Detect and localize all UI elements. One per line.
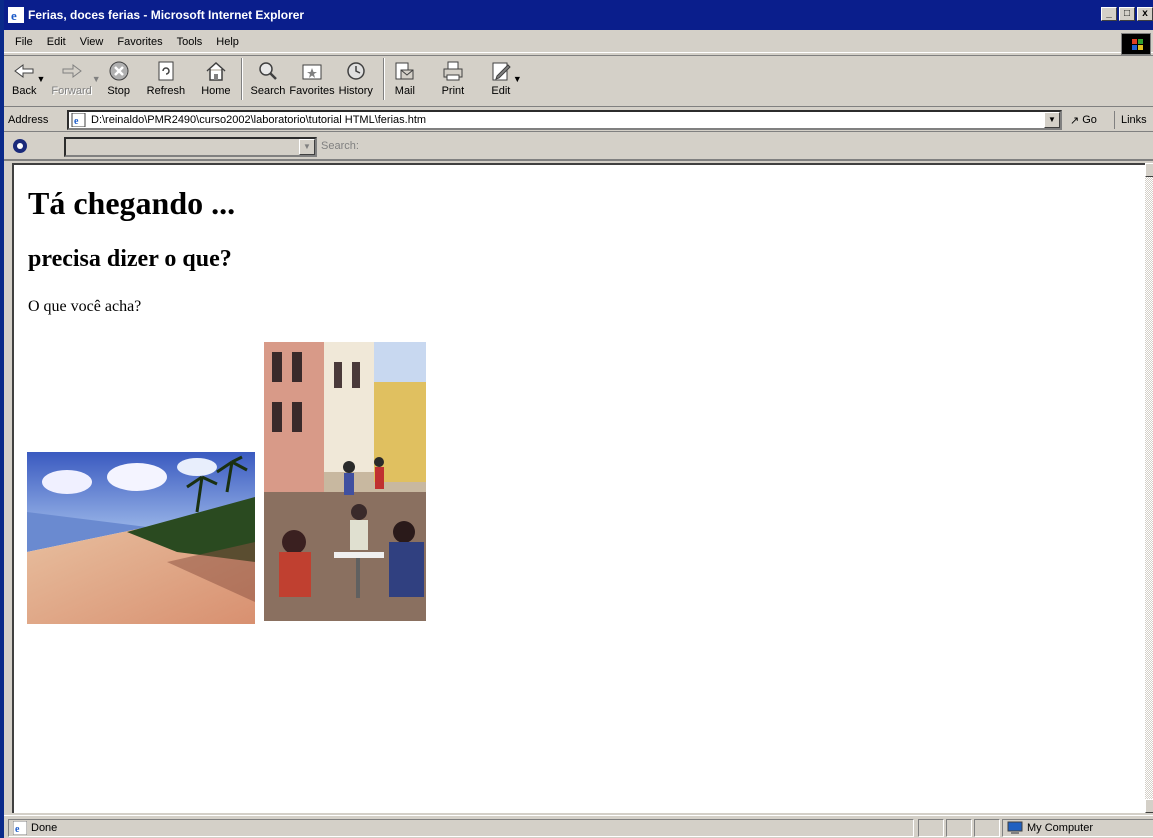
home-label: Home: [201, 85, 231, 97]
favorites-button[interactable]: Favorites: [289, 56, 335, 104]
mail-label: Mail: [394, 85, 415, 97]
print-button[interactable]: Print: [441, 56, 465, 104]
history-label: History: [338, 85, 373, 97]
status-bar: e Done My Computer: [4, 815, 1153, 838]
status-cell: [918, 819, 944, 837]
history-button[interactable]: History: [339, 56, 373, 104]
minimize-button[interactable]: _: [1101, 7, 1117, 21]
edit-button[interactable]: Edit: [489, 56, 513, 104]
menu-file[interactable]: File: [8, 36, 40, 48]
close-button[interactable]: x: [1137, 7, 1153, 21]
search-field-label: Search:: [321, 140, 359, 152]
status-main: e Done: [8, 819, 914, 837]
page-paragraph: O que você acha?: [28, 298, 142, 315]
window-title: Ferias, doces ferias - Microsoft Interne…: [28, 8, 305, 22]
status-zone: My Computer: [1002, 819, 1153, 837]
mail-icon: [395, 62, 414, 80]
page-heading: Tá chegando ...: [28, 185, 236, 221]
page-subheading: precisa dizer o que?: [28, 246, 232, 272]
refresh-button[interactable]: Refresh: [146, 56, 186, 104]
stop-label: Stop: [107, 85, 130, 97]
print-label: Print: [441, 85, 465, 97]
menu-help[interactable]: Help: [209, 36, 246, 48]
forward-icon: [62, 64, 82, 78]
page-icon: e: [71, 113, 86, 127]
edit-dropdown-icon[interactable]: ▼: [513, 74, 522, 84]
mail-button[interactable]: Mail: [393, 56, 417, 104]
refresh-icon: [158, 61, 174, 81]
address-dropdown-icon[interactable]: ▼: [1044, 112, 1060, 128]
address-label: Address: [8, 113, 49, 126]
vertical-scrollbar[interactable]: [1145, 163, 1153, 813]
search-engine-select[interactable]: ▼: [64, 137, 317, 157]
address-input[interactable]: e D:\reinaldo\PMR2490\curso2002\laborato…: [67, 110, 1062, 130]
go-icon: ↗: [1070, 114, 1080, 127]
forward-dropdown-icon[interactable]: ▼: [92, 74, 101, 84]
status-text: Done: [31, 822, 58, 834]
menu-tools[interactable]: Tools: [170, 36, 210, 48]
edit-icon: [492, 62, 511, 81]
menu-edit[interactable]: Edit: [40, 36, 73, 48]
links-button[interactable]: Links: [1114, 111, 1147, 129]
page-content: Tá chegando ... precisa dizer o que? O q…: [12, 163, 1145, 813]
zone-text: My Computer: [1027, 822, 1094, 834]
search-icon: [259, 62, 277, 80]
search-engine-icon[interactable]: [12, 138, 28, 154]
back-dropdown-icon[interactable]: ▼: [36, 74, 45, 84]
favorites-label: Favorites: [289, 85, 335, 97]
toolbar-separator: [382, 58, 385, 100]
scroll-up-icon[interactable]: [1145, 163, 1153, 177]
favorites-icon: [302, 64, 322, 80]
street-cafe-image: [264, 342, 426, 621]
status-cell: [946, 819, 972, 837]
forward-button[interactable]: Forward: [51, 56, 92, 104]
search-bar: ▼ Search:: [4, 133, 1153, 161]
search-dropdown-icon[interactable]: ▼: [299, 139, 315, 155]
go-label: Go: [1082, 114, 1097, 126]
status-cell: [974, 819, 1000, 837]
windows-logo-icon: [1121, 33, 1151, 55]
toolbar-separator: [240, 58, 243, 100]
search-label: Search: [250, 85, 286, 97]
computer-icon: [1007, 821, 1023, 834]
menu-bar: File Edit View Favorites Tools Help: [4, 31, 1153, 53]
svg-text:e: e: [15, 824, 20, 835]
browser-window: e Ferias, doces ferias - Microsoft Inter…: [0, 0, 1153, 838]
print-icon: [443, 61, 463, 81]
maximize-button[interactable]: □: [1119, 7, 1135, 21]
home-button[interactable]: Home: [201, 56, 231, 104]
svg-text:e: e: [11, 8, 17, 23]
scroll-down-icon[interactable]: [1145, 799, 1153, 813]
history-icon: [347, 62, 365, 80]
refresh-label: Refresh: [146, 85, 186, 97]
links-label: Links: [1121, 114, 1147, 126]
go-button[interactable]: ↗ Go: [1070, 111, 1097, 129]
title-bar: e Ferias, doces ferias - Microsoft Inter…: [4, 0, 1153, 30]
back-label: Back: [12, 85, 37, 97]
back-button[interactable]: Back: [12, 56, 36, 104]
svg-text:e: e: [74, 116, 79, 127]
search-button[interactable]: Search: [250, 56, 286, 104]
done-icon: e: [13, 821, 27, 835]
edit-label: Edit: [491, 85, 511, 97]
stop-icon: [109, 61, 129, 81]
address-value: D:\reinaldo\PMR2490\curso2002\laboratori…: [91, 114, 427, 126]
beach-image: [27, 452, 255, 624]
address-bar: Address e D:\reinaldo\PMR2490\curso2002\…: [4, 108, 1153, 132]
stop-button[interactable]: Stop: [107, 56, 131, 104]
menu-view[interactable]: View: [73, 36, 111, 48]
menu-favorites[interactable]: Favorites: [110, 36, 169, 48]
back-icon: [14, 64, 34, 78]
forward-label: Forward: [51, 85, 92, 97]
ie-icon: e: [8, 7, 24, 23]
standard-toolbar: Back ▼ Forward ▼ Stop Refresh Home Searc…: [4, 55, 1153, 107]
home-icon: [206, 61, 226, 81]
